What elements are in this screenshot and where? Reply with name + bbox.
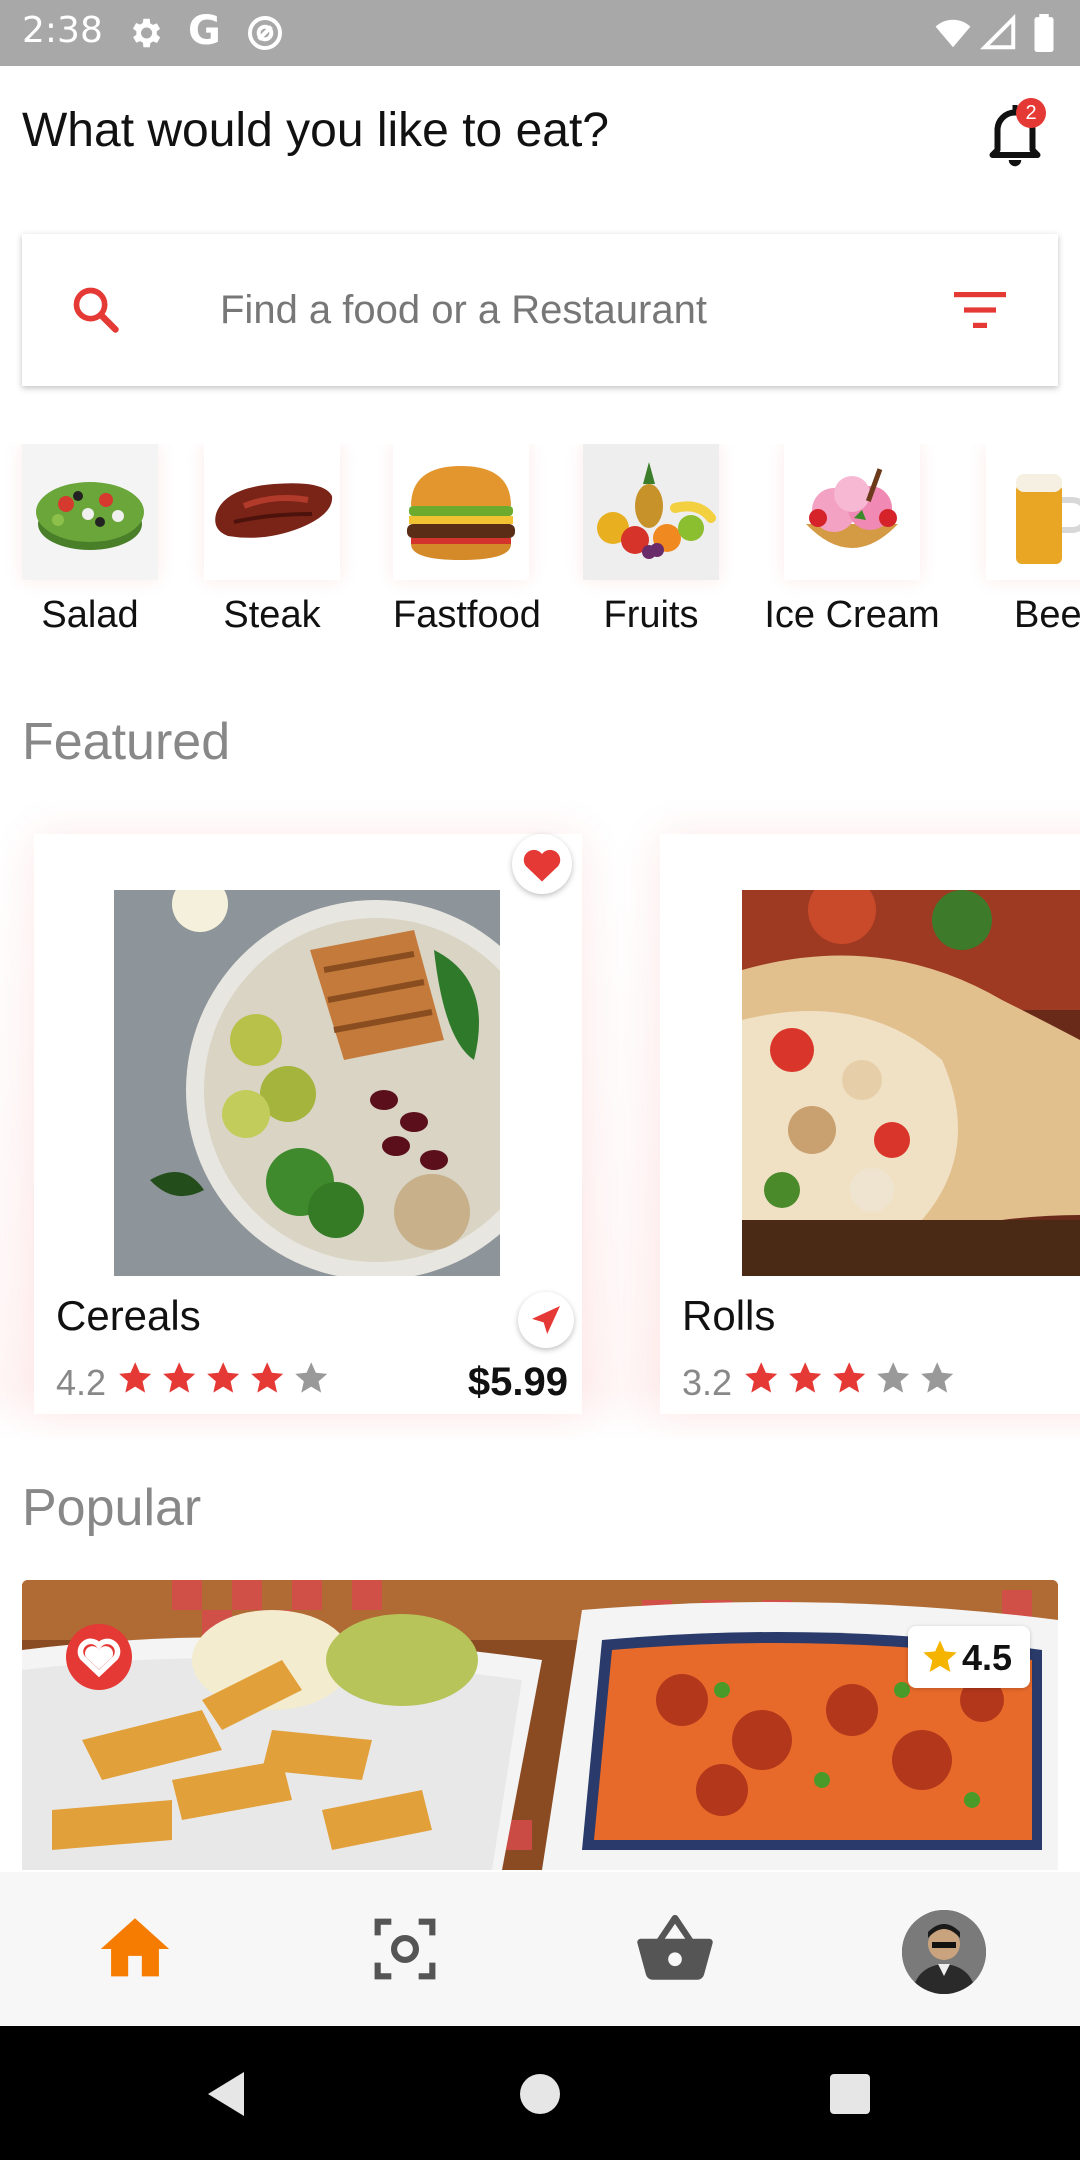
- star-filled-icon: [833, 1362, 866, 1393]
- battery-icon: [1034, 14, 1054, 52]
- featured-name: Rolls: [682, 1292, 776, 1339]
- cell-signal-icon: [980, 14, 1016, 50]
- star-empty-icon: [877, 1362, 910, 1393]
- nav-scan[interactable]: [364, 1908, 446, 1990]
- category-label: Steak: [223, 594, 321, 636]
- featured-title: Featured: [22, 713, 231, 771]
- back-icon[interactable]: [204, 2070, 248, 2118]
- popular-rating-badge: 4.5: [908, 1626, 1030, 1688]
- featured-price: $5.99: [467, 1360, 568, 1404]
- popular-favorite-button[interactable]: [66, 1624, 132, 1690]
- category-label: Bee: [1014, 594, 1080, 636]
- category-fastfood[interactable]: Fastfood: [393, 444, 541, 637]
- beer-image: [986, 444, 1080, 580]
- home-icon: [100, 1918, 170, 1977]
- steak-image: [204, 444, 340, 580]
- directions-button[interactable]: [518, 1292, 574, 1348]
- popular-title: Popular: [22, 1479, 202, 1537]
- bottom-navigation: [0, 1872, 1080, 2026]
- scan-icon: [374, 1918, 436, 1980]
- status-time: 2:38: [22, 10, 103, 51]
- featured-list: Cereals 4.2 $5.99 Rolls 3.2: [0, 800, 1080, 1440]
- popular-rating: 4.5: [962, 1637, 1013, 1678]
- notification-badge: 2: [1016, 98, 1046, 128]
- featured-name: Cereals: [56, 1292, 201, 1339]
- navigation-arrow-icon: [532, 1306, 560, 1334]
- featured-card[interactable]: Cereals 4.2 $5.99: [34, 834, 582, 1414]
- search-icon[interactable]: [70, 284, 122, 336]
- star-filled-icon: [251, 1362, 284, 1393]
- category-steak[interactable]: Steak: [204, 444, 340, 637]
- avatar[interactable]: [902, 1910, 986, 1994]
- category-label: Fruits: [603, 594, 699, 636]
- category-ice-cream[interactable]: Ice Cream: [764, 444, 940, 637]
- system-navigation-bar: [0, 2026, 1080, 2160]
- category-label: Ice Cream: [764, 594, 940, 636]
- star-empty-icon: [921, 1362, 954, 1393]
- home-circle-icon[interactable]: [518, 2072, 562, 2116]
- rolls-image: [742, 890, 1080, 1276]
- category-label: Fastfood: [393, 594, 541, 636]
- nav-basket[interactable]: [634, 1908, 716, 1990]
- search-input[interactable]: [220, 282, 920, 338]
- status-bar: 2:38 G: [0, 0, 1080, 66]
- nav-home[interactable]: [94, 1908, 176, 1990]
- star-filled-icon: [745, 1362, 778, 1393]
- google-icon: G: [188, 8, 221, 54]
- heart-icon: [77, 1638, 121, 1678]
- category-label: Salad: [41, 594, 139, 636]
- ice-cream-image: [784, 444, 920, 580]
- burger-image: [393, 444, 529, 580]
- star-rating: [119, 1362, 328, 1393]
- star-filled-icon: [207, 1362, 240, 1393]
- fruits-image: [583, 444, 719, 580]
- settings-icon: [132, 18, 161, 48]
- featured-rating: 4.2: [56, 1362, 107, 1403]
- star-rating: [745, 1362, 954, 1393]
- category-beer[interactable]: Bee: [986, 444, 1080, 637]
- cereals-image: [114, 890, 500, 1276]
- featured-rating: 3.2: [682, 1362, 733, 1403]
- at-sign-icon: [247, 15, 283, 51]
- salad-image: [22, 444, 158, 580]
- category-list: Salad Steak Fastfood Fruits Ice Cream Be…: [0, 444, 1080, 644]
- recents-icon[interactable]: [828, 2072, 872, 2116]
- star-filled-icon: [789, 1362, 822, 1393]
- wifi-icon: [935, 19, 971, 48]
- basket-icon: [637, 1914, 713, 1980]
- category-fruits[interactable]: Fruits: [583, 444, 719, 637]
- popular-item-image[interactable]: [22, 1580, 1058, 1870]
- star-filled-icon: [163, 1362, 196, 1393]
- star-empty-icon: [295, 1362, 328, 1393]
- search-bar: [22, 234, 1058, 386]
- filter-icon[interactable]: [952, 288, 1008, 332]
- page-title: What would you like to eat?: [22, 104, 609, 157]
- heart-icon: [523, 849, 561, 882]
- star-icon: [923, 1640, 957, 1672]
- favorite-button[interactable]: [512, 834, 572, 894]
- featured-card[interactable]: Rolls 3.2: [660, 834, 1080, 1414]
- star-filled-icon: [119, 1362, 152, 1393]
- category-salad[interactable]: Salad: [22, 444, 158, 637]
